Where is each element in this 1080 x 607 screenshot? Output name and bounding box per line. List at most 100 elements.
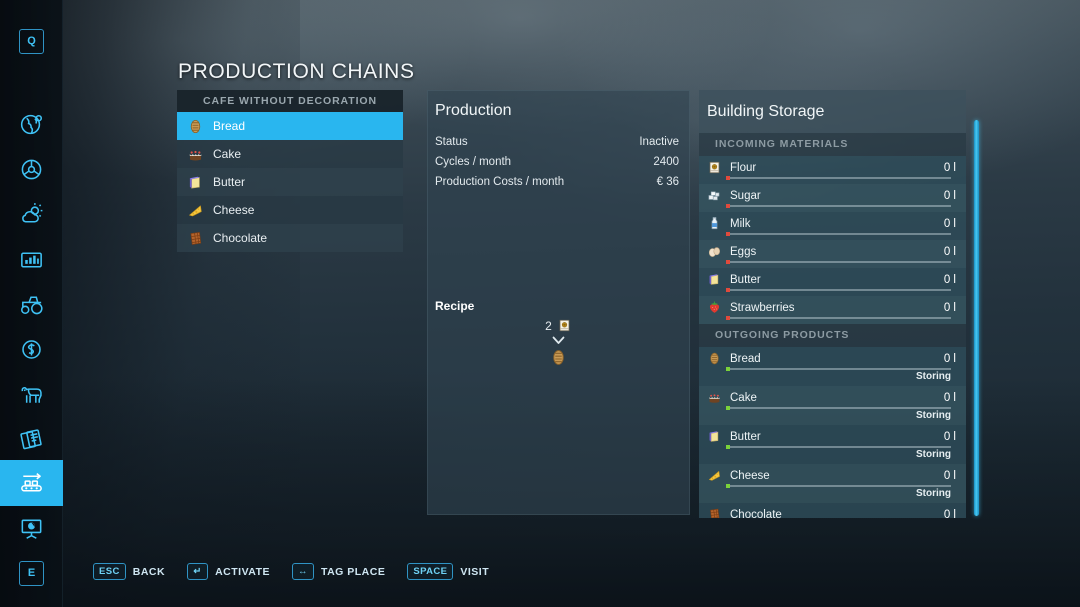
help-item-tag-place[interactable]: ↔TAG PLACE [292, 563, 385, 580]
finances-icon[interactable] [0, 326, 63, 372]
production-chains-icon[interactable] [0, 460, 63, 506]
storage-row-label: Butter [730, 274, 936, 286]
animals-cow-icon [18, 381, 45, 408]
storage-row-amount: 0 l [944, 353, 956, 365]
storage-fill-bar [726, 317, 951, 319]
storage-fill-indicator [726, 445, 730, 449]
storage-fill-indicator [726, 176, 730, 180]
storage-row-amount: 0 l [944, 392, 956, 404]
storage-scrollbar-thumb[interactable] [974, 120, 979, 516]
quest-marker-icon: Q [19, 29, 44, 54]
quest-marker-icon[interactable]: Q [0, 18, 63, 64]
storage-row-amount: 0 l [944, 431, 956, 443]
storage-row-butter[interactable]: Butter 0 l [699, 268, 966, 296]
production-stat-cycles-month: Cycles / month2400 [435, 156, 679, 168]
storage-fill-bar [726, 205, 951, 207]
bread-icon [187, 118, 204, 135]
recipe-input: 2 [545, 318, 572, 333]
storage-row-sugar[interactable]: Sugar0 l [699, 184, 966, 212]
flour-sack-icon [707, 160, 722, 175]
storage-row-amount: 0 l [944, 302, 956, 314]
storage-title-bar: Building Storage [699, 90, 966, 133]
construction-icon[interactable] [0, 505, 63, 551]
extra-menu-icon[interactable]: E [0, 550, 63, 596]
product-list-item-butter[interactable]: Butter [177, 168, 403, 196]
help-item-label: ACTIVATE [215, 566, 270, 578]
storage-row-amount: 0 l [944, 509, 956, 519]
storage-row-status[interactable]: Storing [916, 449, 951, 460]
chocolate-icon [707, 507, 722, 518]
help-item-visit[interactable]: SPACEVISIT [407, 563, 489, 580]
storage-row-status[interactable]: Storing [916, 488, 951, 499]
cake-icon [187, 146, 204, 163]
strawberry-icon [707, 300, 722, 315]
steering-wheel-icon [18, 156, 45, 183]
stat-label: Status [435, 136, 468, 148]
building-storage-panel: Building Storage INCOMING MATERIALSFlour… [699, 90, 966, 518]
storage-row-cake[interactable]: Cake 0 l Storing [699, 386, 966, 425]
storage-row-eggs[interactable]: Eggs0 l [699, 240, 966, 268]
storage-fill-indicator [726, 406, 730, 410]
animals-cow-icon[interactable] [0, 371, 63, 417]
production-panel: Production StatusInactiveCycles / month2… [427, 90, 690, 515]
storage-row-status[interactable]: Storing [916, 371, 951, 382]
contracts-icon [18, 426, 45, 453]
product-list-item-chocolate[interactable]: Chocolate [177, 224, 403, 252]
storage-row-amount: 0 l [944, 162, 956, 174]
butter-icon [707, 429, 722, 444]
finances-icon [18, 336, 45, 363]
chocolate-icon [187, 230, 204, 247]
production-chains-icon [18, 470, 45, 497]
storage-row-label: Butter [730, 431, 936, 443]
space-key: SPACE [407, 563, 453, 580]
weather-icon[interactable] [0, 191, 63, 237]
product-list-item-cheese[interactable]: Cheese [177, 196, 403, 224]
cheese-icon [707, 468, 722, 483]
storage-row-label: Flour [730, 162, 936, 174]
storage-fill-indicator [726, 204, 730, 208]
storage-row-label: Eggs [730, 246, 936, 258]
recipe-input-amount: 2 [545, 319, 552, 333]
storage-row-label: Cheese [730, 470, 936, 482]
storage-row-chocolate[interactable]: Chocolate0 lStoring [699, 503, 966, 518]
contracts-icon[interactable] [0, 416, 63, 462]
flour-sack-icon [557, 318, 572, 333]
storage-row-flour[interactable]: Flour 0 l [699, 156, 966, 184]
storage-row-cheese[interactable]: Cheese0 lStoring [699, 464, 966, 503]
storage-fill-bar [726, 485, 951, 487]
production-stat-status: StatusInactive [435, 136, 679, 148]
help-item-activate[interactable]: ↵ ACTIVATE [187, 563, 270, 580]
storage-row-strawberries[interactable]: Strawberries0 l [699, 296, 966, 324]
statistics-icon [18, 246, 45, 273]
tractor-icon[interactable] [0, 281, 63, 327]
map-globe-icon [18, 111, 45, 138]
extra-menu-icon: E [19, 561, 44, 586]
product-list-header: CAFE WITHOUT DECORATION [177, 90, 403, 112]
product-list-item-cake[interactable]: Cake [177, 140, 403, 168]
product-list-item-label: Bread [213, 119, 245, 133]
storage-fill-bar [726, 261, 951, 263]
statistics-icon[interactable] [0, 236, 63, 282]
enter-key: ↵ [187, 563, 208, 580]
product-list-item-bread[interactable]: Bread [177, 112, 403, 140]
map-globe-icon[interactable] [0, 101, 63, 147]
storage-row-label: Cake [730, 392, 936, 404]
stat-label: Cycles / month [435, 156, 511, 168]
storage-fill-indicator [726, 484, 730, 488]
product-list-item-label: Cake [213, 147, 241, 161]
storage-row-label: Milk [730, 218, 936, 230]
storage-row-status[interactable]: Storing [916, 410, 951, 421]
storage-row-butter[interactable]: Butter 0 l Storing [699, 425, 966, 464]
storage-row-amount: 0 l [944, 274, 956, 286]
arrows-key: ↔ [292, 563, 314, 580]
storage-row-bread[interactable]: Bread0 lStoring [699, 347, 966, 386]
production-stat-production-costs-month: Production Costs / month€ 36 [435, 176, 679, 188]
storage-row-label: Chocolate [730, 509, 936, 519]
storage-fill-indicator [726, 232, 730, 236]
help-item-back[interactable]: ESCBACK [93, 563, 165, 580]
storage-row-amount: 0 l [944, 218, 956, 230]
storage-fill-indicator [726, 260, 730, 264]
steering-wheel-icon[interactable] [0, 146, 63, 192]
storage-row-milk[interactable]: Milk 0 l [699, 212, 966, 240]
help-bar: ESCBACK ↵ ACTIVATE ↔TAG PLACE SPACEVISIT [93, 563, 489, 580]
